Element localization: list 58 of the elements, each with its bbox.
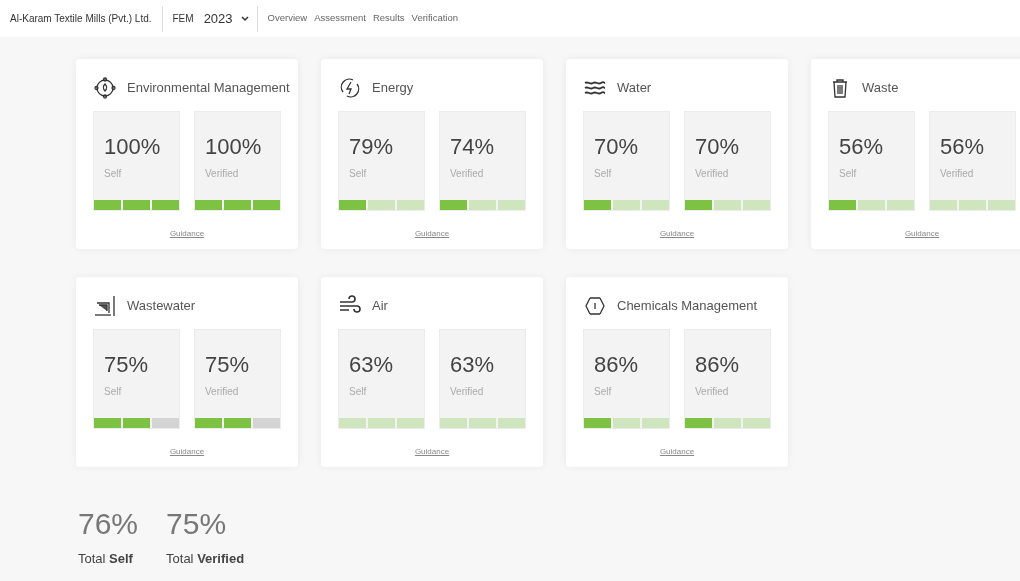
guidance-link[interactable]: Guidance — [659, 447, 695, 456]
score-value: 75% — [104, 354, 150, 376]
score-label: Self — [594, 385, 613, 399]
score-label: Verified — [205, 385, 240, 399]
score-value: 79% — [349, 136, 395, 158]
guidance-link[interactable]: Guidance — [169, 229, 205, 238]
score-value: 100% — [104, 136, 162, 158]
score-label: Verified — [695, 385, 730, 399]
hexagon-icon — [583, 294, 607, 318]
score-label: Verified — [940, 167, 975, 181]
category-title: Air — [372, 297, 388, 316]
score-label: Self — [349, 385, 368, 399]
guidance-link[interactable]: Guidance — [414, 229, 450, 238]
score-value: 100% — [205, 136, 263, 158]
module-label: FEM — [171, 12, 195, 26]
total-value: 76% — [78, 509, 139, 539]
company-name: Al-Karam Textile Mills (Pvt.) Ltd. — [10, 12, 153, 26]
score-value: 70% — [695, 136, 741, 158]
score-label: Verified — [205, 167, 240, 181]
category-title: Wastewater — [127, 297, 196, 316]
chevron-down-icon — [240, 15, 249, 22]
score-label: Self — [349, 167, 368, 181]
nav-link[interactable]: Assessment — [314, 11, 366, 26]
category-title: Environmental Management — [127, 79, 290, 98]
score-label: Self — [839, 167, 858, 181]
guidance-link[interactable]: Guidance — [414, 447, 450, 456]
nav-link[interactable]: Verification — [411, 11, 459, 26]
guidance-link[interactable]: Guidance — [169, 447, 205, 456]
category-title: Energy — [372, 79, 414, 98]
score-value: 70% — [594, 136, 640, 158]
total-label: Total Verified — [166, 550, 245, 568]
lightning-cycle-icon — [338, 76, 362, 100]
total-label: Total Self — [78, 550, 134, 568]
guidance-link[interactable]: Guidance — [904, 229, 940, 238]
total-value: 75% — [166, 509, 228, 539]
category-title: Waste — [862, 79, 899, 98]
score-value: 86% — [594, 354, 640, 376]
score-value: 86% — [695, 354, 741, 376]
year-dropdown[interactable]: 2023 — [203, 8, 257, 29]
score-label: Verified — [450, 385, 485, 399]
score-value: 63% — [450, 354, 496, 376]
score-value: 56% — [839, 136, 885, 158]
score-label: Self — [104, 167, 123, 181]
nav-link[interactable]: Overview — [267, 11, 308, 26]
nav-link[interactable]: Results — [372, 11, 405, 26]
pipe-outflow-icon — [93, 294, 117, 318]
score-value: 75% — [205, 354, 251, 376]
score-value: 56% — [940, 136, 986, 158]
category-title: Chemicals Management — [617, 297, 758, 316]
leaf-circle-icon — [93, 76, 117, 100]
score-label: Verified — [450, 167, 485, 181]
score-value: 63% — [349, 354, 395, 376]
guidance-link[interactable]: Guidance — [659, 229, 695, 238]
score-value: 74% — [450, 136, 496, 158]
score-label: Self — [594, 167, 613, 181]
category-title: Water — [617, 79, 652, 98]
score-label: Self — [104, 385, 123, 399]
score-label: Verified — [695, 167, 730, 181]
